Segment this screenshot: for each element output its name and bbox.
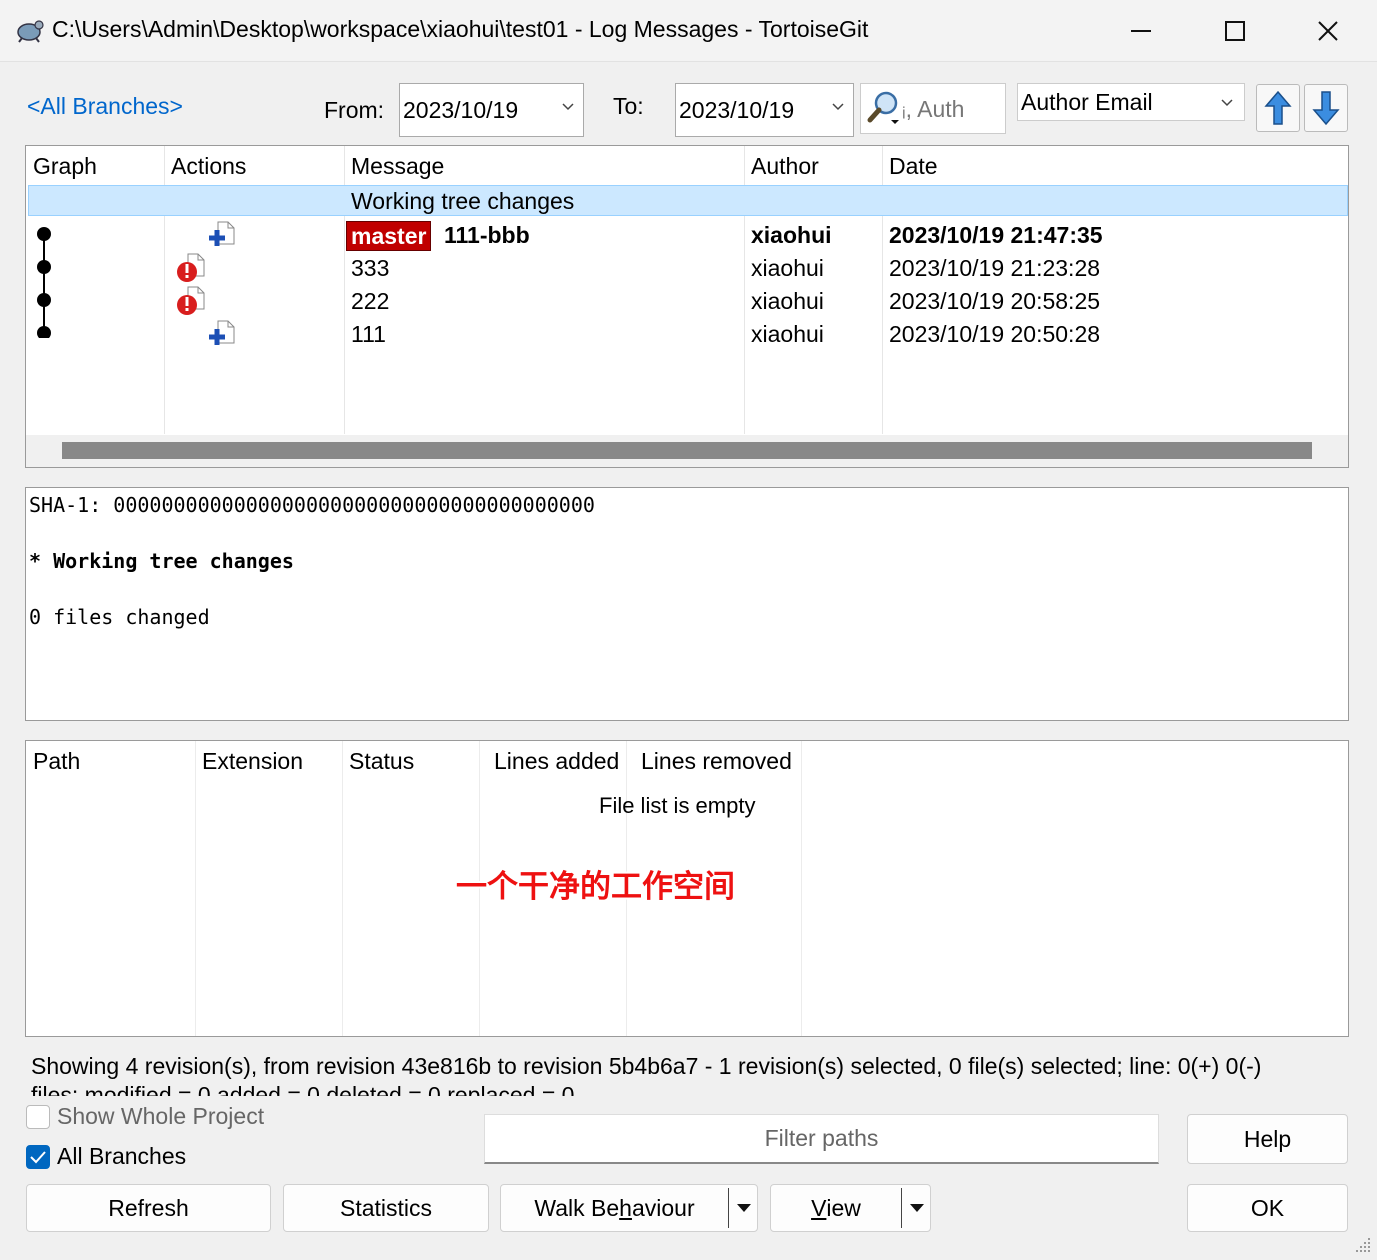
search-placeholder: ᵢ, Auth (902, 96, 965, 122)
commit-message: 111-bbb (444, 222, 530, 248)
maximize-button[interactable] (1212, 10, 1258, 52)
commit-node (37, 326, 51, 338)
commit-date: 2023/10/19 21:47:35 (889, 222, 1103, 248)
search-field-value: Author Email (1021, 88, 1153, 115)
view-dropdown[interactable] (903, 1185, 930, 1231)
arrow-up-icon (1264, 90, 1292, 125)
working-tree-label: Working tree changes (351, 188, 575, 214)
close-button[interactable] (1305, 10, 1351, 52)
annotation-text: 一个干净的工作空间 (456, 869, 735, 905)
revision-list[interactable]: Graph Actions Message Author Date Workin… (25, 145, 1349, 468)
previous-revision-button[interactable] (1256, 84, 1300, 132)
walk-behaviour-button[interactable]: Walk Be h aviour (500, 1184, 758, 1232)
show-whole-project-label[interactable]: Show Whole Project (57, 1103, 264, 1130)
column-divider (801, 741, 802, 1036)
column-divider (195, 741, 196, 1036)
commit-author: xiaohui (751, 222, 832, 248)
show-whole-project-checkbox[interactable] (26, 1105, 50, 1129)
branch-selector-link[interactable]: <All Branches> (27, 93, 183, 120)
commit-message: 111 (351, 321, 386, 347)
commit-author: xiaohui (751, 321, 824, 347)
subject-line: * Working tree changes (29, 549, 294, 573)
column-header-path[interactable]: Path (26, 741, 80, 779)
column-header-lines-removed[interactable]: Lines removed (634, 741, 792, 779)
commit-author: xiaohui (751, 255, 824, 281)
working-tree-row[interactable] (28, 185, 1348, 216)
changed-files-list[interactable]: Path Extension Status Lines added Lines … (25, 740, 1349, 1037)
commit-node (37, 293, 51, 307)
column-header-message[interactable]: Message (344, 146, 444, 184)
column-header-author[interactable]: Author (744, 146, 819, 184)
conflict-file-icon (176, 285, 208, 323)
to-date-value: 2023/10/19 (679, 96, 795, 123)
files-changed-line: 0 files changed (29, 605, 210, 629)
sha-line: SHA-1: 000000000000000000000000000000000… (29, 493, 595, 517)
from-date-picker[interactable]: 2023/10/19 (399, 83, 584, 137)
commit-date: 2023/10/19 21:23:28 (889, 255, 1101, 281)
checkmark-icon (30, 1151, 46, 1164)
search-icon[interactable] (866, 90, 904, 126)
status-summary: Showing 4 revision(s), from revision 43e… (31, 1053, 1262, 1079)
commit-details-panel[interactable]: SHA-1: 000000000000000000000000000000000… (25, 487, 1349, 721)
dropdown-arrow-icon (736, 1204, 751, 1212)
view-label-post: iew (826, 1194, 861, 1221)
split-divider (728, 1188, 729, 1228)
filter-paths-input[interactable]: Filter paths (484, 1114, 1159, 1164)
commit-node (37, 260, 51, 274)
help-button[interactable]: Help (1187, 1114, 1348, 1164)
view-accesskey: V (811, 1194, 827, 1221)
chevron-down-icon (832, 103, 844, 111)
commit-date: 2023/10/19 20:58:25 (889, 288, 1101, 314)
walk-behaviour-label-post: aviour (631, 1194, 695, 1221)
commit-node (37, 227, 51, 241)
statistics-button[interactable]: Statistics (283, 1184, 489, 1232)
branch-badge-master: master (346, 221, 432, 251)
search-field-dropdown[interactable]: Author Email (1017, 83, 1245, 121)
chevron-down-icon (1221, 99, 1233, 107)
refresh-button[interactable]: Refresh (26, 1184, 271, 1232)
added-file-icon (208, 220, 236, 254)
next-revision-button[interactable] (1304, 84, 1348, 132)
to-date-picker[interactable]: 2023/10/19 (675, 83, 854, 137)
view-main[interactable]: View (771, 1185, 901, 1231)
walk-behaviour-main[interactable]: Walk Be h aviour (501, 1185, 728, 1231)
empty-list-message: File list is empty (599, 793, 756, 818)
column-divider (342, 741, 343, 1036)
scrollbar-thumb[interactable] (62, 442, 1312, 459)
split-divider (901, 1188, 902, 1228)
column-header-extension[interactable]: Extension (195, 741, 303, 779)
commit-date: 2023/10/19 20:50:28 (889, 321, 1101, 347)
commit-message: 333 (351, 255, 390, 281)
view-button[interactable]: View (770, 1184, 931, 1232)
minimize-button[interactable] (1118, 10, 1164, 52)
commit-graph (37, 227, 51, 338)
all-branches-label[interactable]: All Branches (57, 1143, 186, 1170)
status-files-summary: files: modified = 0 added = 0 deleted = … (31, 1082, 575, 1096)
arrow-down-icon (1312, 91, 1340, 126)
from-date-label: From: (324, 97, 385, 123)
walk-behaviour-dropdown[interactable] (730, 1185, 757, 1231)
window-title: C:\Users\Admin\Desktop\workspace\xiaohui… (52, 16, 869, 42)
walk-behaviour-accesskey: h (619, 1194, 632, 1221)
resize-grip-icon[interactable] (1350, 1232, 1374, 1256)
commit-author: xiaohui (751, 288, 824, 314)
chevron-down-icon (562, 103, 574, 111)
column-header-status[interactable]: Status (342, 741, 414, 779)
added-file-icon (208, 319, 236, 353)
column-header-graph[interactable]: Graph (26, 146, 97, 184)
to-date-label: To: (613, 93, 644, 119)
walk-behaviour-label-pre: Walk Be (534, 1194, 620, 1221)
from-date-value: 2023/10/19 (403, 96, 519, 123)
column-header-date[interactable]: Date (882, 146, 938, 184)
all-branches-checkbox[interactable] (26, 1145, 50, 1169)
commit-message: 222 (351, 288, 390, 314)
tortoisegit-app-icon (14, 16, 44, 44)
ok-button[interactable]: OK (1187, 1184, 1348, 1232)
column-header-lines-added[interactable]: Lines added (487, 741, 619, 779)
status-files-clip: files: modified = 0 added = 0 deleted = … (31, 1082, 671, 1096)
filter-paths-placeholder: Filter paths (764, 1125, 879, 1151)
column-header-actions[interactable]: Actions (164, 146, 246, 184)
dropdown-arrow-icon (909, 1204, 924, 1212)
